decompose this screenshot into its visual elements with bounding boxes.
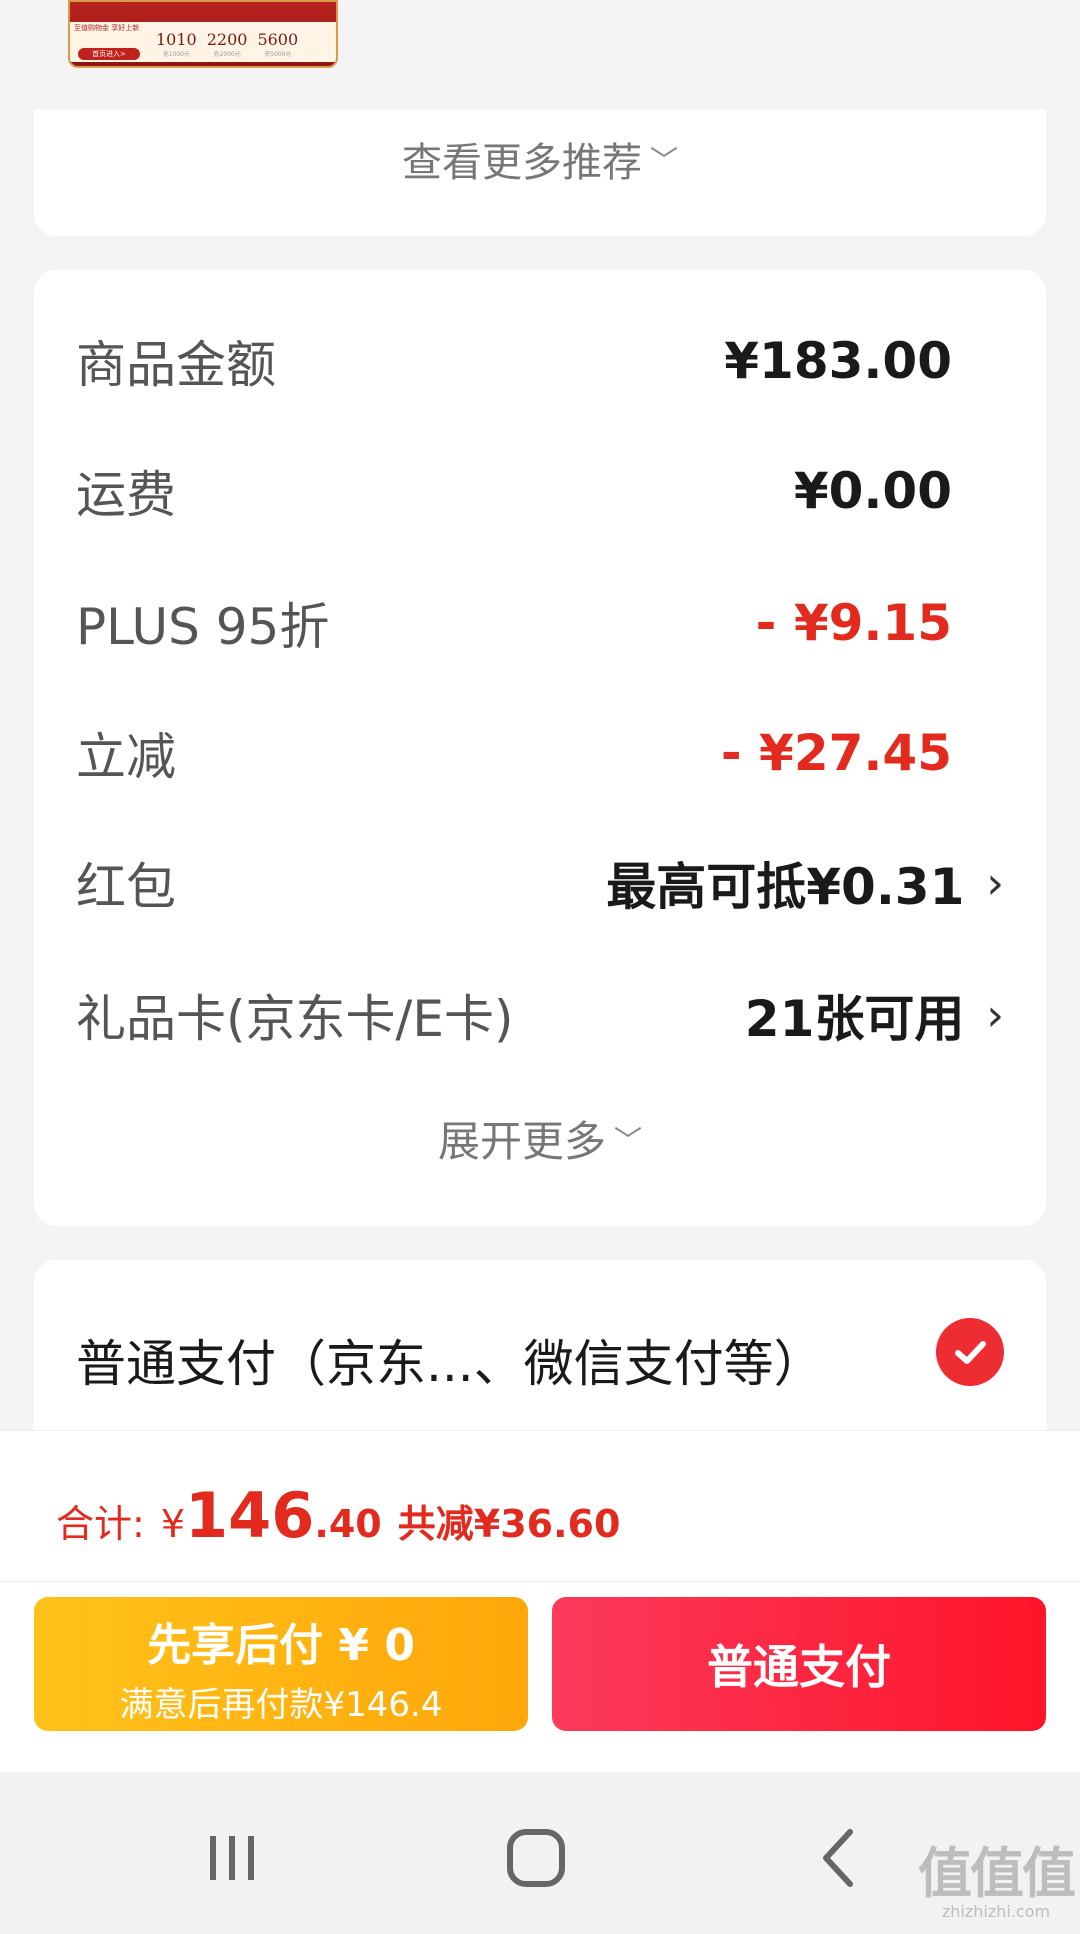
back-icon[interactable]	[800, 1818, 880, 1898]
banner-amount-note: 充2000元	[213, 51, 241, 58]
total-savings: 共减¥36.60	[397, 1502, 621, 1546]
price-row-value: 21张可用 ›	[745, 979, 1004, 1051]
chevron-right-icon: ›	[986, 989, 1004, 1041]
order-total: 合计: ¥ 146 .40 共减¥36.60	[56, 1479, 620, 1552]
view-more-recommendations[interactable]: 查看更多推荐 ﹀	[34, 130, 1046, 188]
price-row-value: ¥183.00	[724, 332, 952, 390]
banner-amount-value: 1010	[156, 30, 197, 49]
banner-amount: 5600 充5000元	[257, 30, 298, 58]
promo-banner[interactable]: 至值购物金 享好上新 首页进入> 1010 充1000元 2200 充2000元…	[68, 0, 338, 68]
expand-more[interactable]: 展开更多 ﹀	[34, 1108, 1046, 1169]
price-row-label: 礼品卡(京东卡/E卡)	[76, 990, 514, 1048]
chevron-down-icon: ﹀	[649, 144, 678, 177]
total-currency: ¥	[160, 1502, 185, 1546]
price-row-label: 运费	[76, 466, 176, 524]
price-row-red-packet[interactable]: 红包 最高可抵¥0.31 ›	[76, 848, 1004, 918]
price-row-value: ¥0.00	[793, 462, 952, 520]
recents-icon[interactable]	[192, 1818, 272, 1898]
pay-later-subtitle: 满意后再付款¥146.4	[119, 1685, 443, 1725]
price-row-label: PLUS 95折	[76, 598, 330, 656]
home-icon[interactable]	[496, 1818, 576, 1898]
pay-later-title: 先享后付 ¥ 0	[147, 1620, 415, 1671]
total-label: 合计:	[56, 1502, 145, 1546]
checkout-bar: 合计: ¥ 146 .40 共减¥36.60 先享后付 ¥ 0 满意后再付款¥1…	[0, 1430, 1080, 1772]
price-row-instant-reduction: 立减 - ¥27.45	[76, 718, 1004, 788]
price-row-label: 商品金额	[76, 336, 276, 394]
banner-amount: 1010 充1000元	[156, 30, 197, 58]
price-row-value: - ¥9.15	[755, 594, 952, 652]
price-detail-card: 商品金额 ¥183.00 运费 ¥0.00 PLUS 95折 - ¥9.15 立…	[34, 270, 1046, 1226]
banner-side-text: 至值购物金 享好上新	[74, 24, 140, 32]
banner-amount: 2200 充2000元	[207, 30, 248, 58]
divider	[0, 1581, 1080, 1582]
gift-card-value: 21张可用	[744, 990, 965, 1048]
recommend-card: 查看更多推荐 ﹀	[34, 110, 1046, 236]
price-row-label: 立减	[76, 728, 176, 786]
watermark: 值值值 zhizhizhi.com	[918, 1842, 1076, 1922]
pay-later-button[interactable]: 先享后付 ¥ 0 满意后再付款¥146.4	[34, 1597, 528, 1731]
chevron-down-icon: ﹀	[614, 1124, 643, 1157]
price-row-value: 最高可抵¥0.31 ›	[606, 847, 1004, 919]
price-row-shipping: 运费 ¥0.00	[76, 456, 1004, 526]
price-row-plus-discount: PLUS 95折 - ¥9.15	[76, 588, 1004, 658]
banner-amount-value: 2200	[206, 30, 248, 49]
banner-amount-note: 充1000元	[162, 51, 190, 58]
watermark-logo: 值值值	[918, 1842, 1076, 1905]
red-packet-value: 最高可抵¥0.31	[606, 858, 965, 916]
banner-amount-value: 5600	[257, 30, 299, 49]
payment-method-label: 普通支付（京东...、微信支付等）	[76, 1335, 824, 1393]
price-row-value: - ¥27.45	[720, 724, 952, 782]
expand-more-label: 展开更多	[437, 1117, 606, 1166]
chevron-right-icon: ›	[986, 857, 1004, 909]
total-decimal: .40	[314, 1502, 382, 1546]
total-integer: 146	[185, 1479, 315, 1552]
checkmark-icon[interactable]	[936, 1318, 1004, 1386]
banner-cta-button[interactable]: 首页进入>	[78, 48, 140, 60]
price-row-gift-card[interactable]: 礼品卡(京东卡/E卡) 21张可用 ›	[76, 980, 1004, 1050]
price-row-label: 红包	[76, 858, 176, 916]
banner-amount-note: 充5000元	[264, 51, 292, 58]
pay-now-button[interactable]: 普通支付	[552, 1597, 1046, 1731]
price-row-goods: 商品金额 ¥183.00	[76, 326, 1004, 396]
banner-amounts: 1010 充1000元 2200 充2000元 5600 充5000元	[156, 30, 298, 58]
view-more-label: 查看更多推荐	[401, 140, 642, 186]
